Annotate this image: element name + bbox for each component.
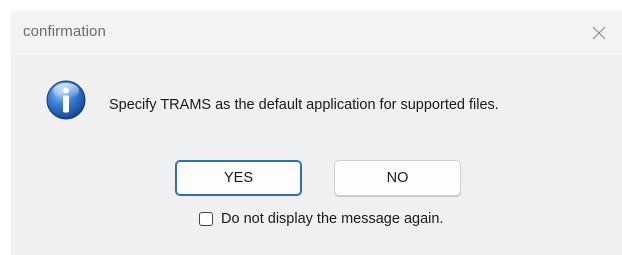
dont-show-again-label[interactable]: Do not display the message again. xyxy=(221,211,443,227)
confirmation-dialog: confirmation Specify TRAMS as the defaul… xyxy=(11,11,622,255)
info-icon xyxy=(46,80,86,120)
no-button[interactable]: NO xyxy=(334,160,461,196)
dont-show-again-checkbox[interactable] xyxy=(199,212,213,226)
yes-button[interactable]: YES xyxy=(175,160,302,196)
window-title: confirmation xyxy=(23,23,106,40)
close-icon xyxy=(592,26,606,40)
close-button[interactable] xyxy=(576,11,622,55)
dialog-message: Specify TRAMS as the default application… xyxy=(109,97,499,113)
title-bar: confirmation xyxy=(11,11,622,55)
dont-show-again-option[interactable]: Do not display the message again. xyxy=(199,211,443,227)
